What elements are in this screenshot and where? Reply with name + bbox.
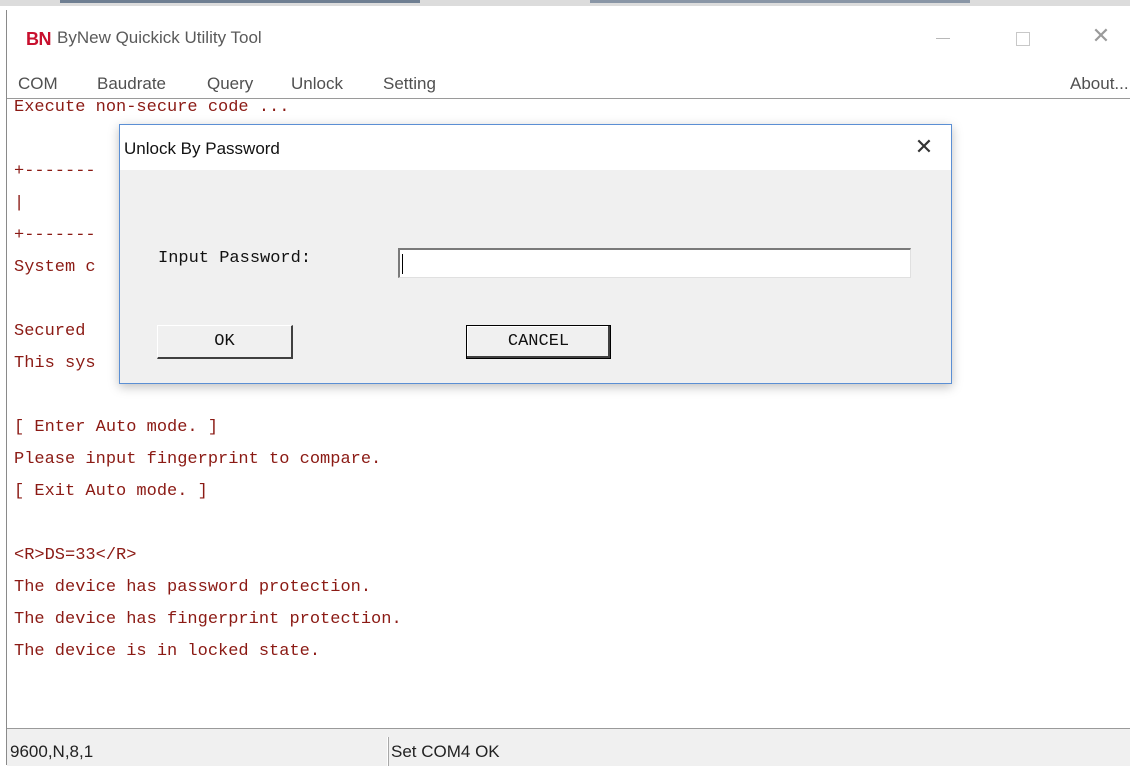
close-button[interactable]: ✕ [1081, 22, 1121, 52]
menu-com[interactable]: COM [18, 74, 58, 94]
title-bar: BN ByNew Quickick Utility Tool ✕ [7, 10, 1130, 66]
text-caret [402, 254, 403, 274]
window-title: ByNew Quickick Utility Tool [57, 28, 262, 47]
close-icon: ✕ [1091, 24, 1111, 49]
console-line: <R>DS=33</R> [14, 546, 137, 565]
console-line: The device has password protection. [14, 578, 372, 597]
minimize-button[interactable] [923, 22, 963, 52]
console-line: [ Enter Auto mode. ] [14, 418, 219, 437]
maximize-button[interactable] [1003, 22, 1043, 52]
menu-setting[interactable]: Setting [383, 74, 436, 94]
unlock-password-dialog: Unlock By Password ✕ Input Password: OK … [119, 124, 952, 384]
dialog-close-button[interactable]: ✕ [904, 131, 944, 165]
console-line: This sys [14, 354, 96, 373]
dialog-title: Unlock By Password [124, 139, 280, 158]
console-line: Please input fingerprint to compare. [14, 450, 382, 469]
menu-bar: COM Baudrate Query Unlock Setting About.… [7, 70, 1130, 99]
cancel-button[interactable]: CANCEL [466, 325, 611, 359]
console-line: The device is in locked state. [14, 642, 321, 661]
ok-button[interactable]: OK [157, 325, 293, 359]
menu-baudrate[interactable]: Baudrate [97, 74, 166, 94]
console-line: [ Exit Auto mode. ] [14, 482, 208, 501]
minimize-icon [936, 38, 950, 39]
console-line: Execute non-secure code ... [14, 100, 290, 117]
console-line: +------- [14, 162, 96, 181]
password-label: Input Password: [158, 249, 312, 268]
app-logo: BN [26, 29, 52, 49]
menu-query[interactable]: Query [207, 74, 253, 94]
console-line: +------- [14, 226, 96, 245]
status-bar: 9600,N,8,1 Set COM4 OK [7, 728, 1130, 766]
console-line: System c [14, 258, 96, 277]
status-message: Set COM4 OK [387, 737, 1091, 766]
password-input[interactable] [398, 248, 911, 278]
console-line: Secured [14, 322, 96, 341]
console-line: | [14, 194, 25, 213]
status-serial-config: 9600,N,8,1 [7, 737, 389, 766]
menu-unlock[interactable]: Unlock [291, 74, 343, 94]
close-icon: ✕ [914, 135, 934, 160]
console-line: The device has fingerprint protection. [14, 610, 402, 629]
dialog-title-bar: Unlock By Password ✕ [120, 125, 951, 170]
menu-about[interactable]: About... [1070, 74, 1129, 94]
desktop-top-strip [0, 0, 1130, 6]
maximize-icon [1016, 31, 1030, 46]
